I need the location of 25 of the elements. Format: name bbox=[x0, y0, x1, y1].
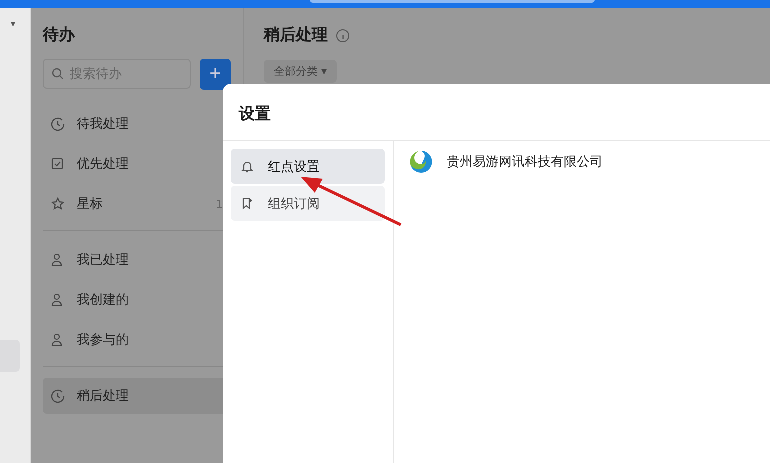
clock-icon bbox=[51, 389, 65, 403]
panel-title: 待办 bbox=[43, 25, 76, 46]
page-title: 稍后处理 bbox=[264, 25, 328, 46]
bell-icon bbox=[241, 160, 254, 173]
bookmark-icon bbox=[241, 197, 254, 210]
nav-item[interactable]: 我已处理 bbox=[43, 242, 231, 278]
nav-item[interactable]: 优先处理 bbox=[43, 146, 231, 182]
info-icon bbox=[336, 28, 350, 42]
category-filter[interactable]: 全部分类 ▾ bbox=[264, 60, 338, 83]
nav-item[interactable]: 我参与的 bbox=[43, 322, 231, 358]
star-icon bbox=[51, 197, 65, 211]
dropdown-caret[interactable]: ▾ bbox=[11, 20, 16, 30]
company-name: 贵州易游网讯科技有限公司 bbox=[447, 154, 603, 171]
clock-icon bbox=[51, 117, 65, 131]
nav-item[interactable]: 我创建的 bbox=[43, 282, 231, 318]
dialog-title: 设置 bbox=[223, 84, 770, 141]
search-icon bbox=[52, 68, 64, 80]
add-button[interactable]: + bbox=[200, 59, 231, 90]
checkbox-icon bbox=[51, 157, 65, 171]
person-icon bbox=[51, 333, 65, 347]
company-logo-icon bbox=[409, 150, 433, 174]
person-icon bbox=[51, 293, 65, 307]
person-icon bbox=[51, 253, 65, 267]
settings-menu-item[interactable]: 组织订阅 bbox=[231, 186, 385, 221]
settings-menu-item[interactable]: 红点设置 bbox=[231, 149, 385, 184]
